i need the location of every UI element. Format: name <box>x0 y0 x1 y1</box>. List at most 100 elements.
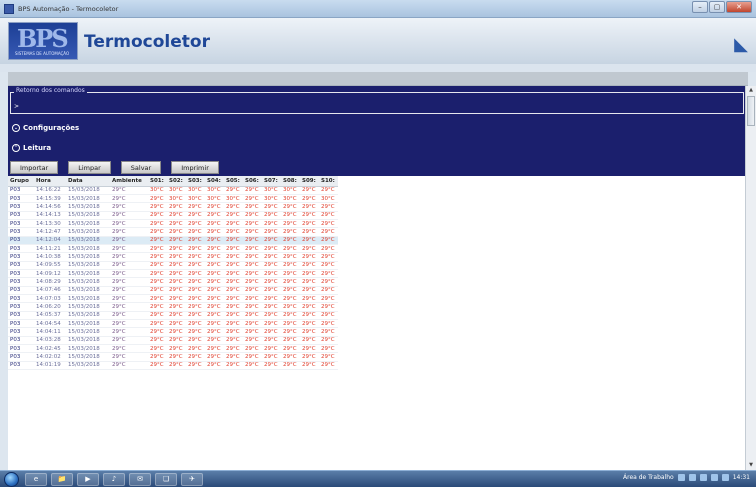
table-row[interactable]: P03 14:02:45 15/03/2018 29°C 29°C 29°C 29°C 29°… <box>8 344 338 354</box>
vertical-scrollbar[interactable]: ▲ ▼ <box>745 86 756 470</box>
tray-icon[interactable] <box>699 474 707 481</box>
start-button[interactable] <box>4 471 19 487</box>
table-cell: 29°C <box>205 311 224 321</box>
table-cell: 29°C <box>281 252 300 262</box>
table-row[interactable]: P03 14:12:04 15/03/2018 29°C 29°C 29°C 29°C 29°… <box>8 236 338 245</box>
taskbar-app-icon[interactable]: ▶ <box>77 472 99 486</box>
table-row[interactable]: P03 14:08:29 15/03/2018 29°C 29°C 29°C 29°C 29°… <box>8 277 338 287</box>
taskbar-app-icon[interactable]: ❏ <box>155 472 177 486</box>
column-header[interactable]: S01: <box>148 176 167 187</box>
table-cell: 29°C <box>319 286 338 295</box>
brand-corner-icon: ◣ <box>734 34 748 55</box>
column-header[interactable]: S03: <box>186 176 205 187</box>
desktop-toolbar-label[interactable]: Área de Trabalho <box>623 474 674 481</box>
table-row[interactable]: P03 14:02:02 15/03/2018 29°C 29°C 29°C 29°C 29°… <box>8 352 338 362</box>
table-row[interactable]: P03 14:07:46 15/03/2018 29°C 29°C 29°C 29°C 29°… <box>8 286 338 295</box>
column-header[interactable]: S09: <box>300 176 319 187</box>
readings-grid[interactable]: Grupo Hora Data Ambiente S01: S02: S03: S04: S05… <box>8 176 745 470</box>
table-cell: 29°C <box>148 194 167 204</box>
scroll-up-icon[interactable]: ▲ <box>746 86 756 95</box>
tray-icon[interactable] <box>677 474 685 481</box>
table-row[interactable]: P03 14:10:38 15/03/2018 29°C 29°C 29°C 29°C 29°… <box>8 252 338 262</box>
table-cell: 14:01:19 <box>34 361 66 371</box>
taskbar-app-icon[interactable]: e <box>25 472 47 486</box>
table-cell: 29°C <box>262 344 281 354</box>
table-cell: P03 <box>8 277 34 287</box>
clear-button[interactable]: Limpar <box>68 161 111 174</box>
table-row[interactable]: P03 14:09:55 15/03/2018 29°C 29°C 29°C 29°C 29°… <box>8 261 338 270</box>
column-header[interactable]: S04: <box>205 176 224 187</box>
table-row[interactable]: P03 14:16:22 15/03/2018 29°C 30°C 30°C 30°C 30°… <box>8 186 338 195</box>
table-cell: 29°C <box>300 277 319 287</box>
table-cell: 29°C <box>205 261 224 270</box>
table-cell: 29°C <box>224 336 243 346</box>
scroll-down-icon[interactable]: ▼ <box>746 461 756 470</box>
clock[interactable]: 14:31 <box>733 474 750 481</box>
volume-icon[interactable] <box>721 474 729 481</box>
table-cell: 14:04:54 <box>34 319 66 329</box>
column-header[interactable]: Hora <box>34 176 66 187</box>
table-row[interactable]: P03 14:01:19 15/03/2018 29°C 29°C 29°C 29°C 29°… <box>8 361 338 371</box>
column-header[interactable]: S10: <box>319 176 338 187</box>
commands-frame <box>10 92 744 114</box>
column-header[interactable]: Data <box>66 176 110 187</box>
network-icon[interactable] <box>710 474 718 481</box>
table-row[interactable]: P03 14:14:56 15/03/2018 29°C 29°C 29°C 29°C 29°… <box>8 202 338 212</box>
table-cell: P03 <box>8 219 34 229</box>
table-cell: 29°C <box>224 186 243 195</box>
close-button[interactable]: ✕ <box>726 1 752 13</box>
table-cell: 29°C <box>186 244 205 254</box>
table-row[interactable]: P03 14:11:21 15/03/2018 29°C 29°C 29°C 29°C 29°… <box>8 244 338 254</box>
column-header[interactable]: S07: <box>262 176 281 187</box>
section-config[interactable]: ⌄ Configurações <box>12 124 79 132</box>
table-cell: 29°C <box>300 319 319 329</box>
maximize-button[interactable]: ▢ <box>709 1 725 13</box>
table-cell: 29°C <box>224 361 243 371</box>
header-separator <box>0 64 756 72</box>
table-cell: 29°C <box>224 211 243 220</box>
taskbar-app-icon[interactable]: ♪ <box>103 472 125 486</box>
table-row[interactable]: P03 14:14:13 15/03/2018 29°C 29°C 29°C 29°C 29°… <box>8 211 338 220</box>
table-cell: 29°C <box>319 269 338 279</box>
table-row[interactable]: P03 14:04:54 15/03/2018 29°C 29°C 29°C 29°C 29°… <box>8 319 338 329</box>
print-button[interactable]: Imprimir <box>171 161 219 174</box>
column-header[interactable]: S05: <box>224 176 243 187</box>
import-button[interactable]: Importar <box>10 161 59 174</box>
table-cell: 29°C <box>319 227 338 237</box>
table-cell: 29°C <box>110 302 148 312</box>
table-cell: 29°C <box>262 336 281 346</box>
table-cell: 29°C <box>205 286 224 295</box>
minimize-button[interactable]: – <box>692 1 708 13</box>
table-row[interactable]: P03 14:13:30 15/03/2018 29°C 29°C 29°C 29°C 29°… <box>8 219 338 229</box>
scrollbar-thumb[interactable] <box>747 96 755 126</box>
table-row[interactable]: P03 14:15:39 15/03/2018 29°C 29°C 30°C 30°C 30°… <box>8 194 338 204</box>
table-cell: 29°C <box>186 336 205 346</box>
taskbar-app-icon[interactable]: 📁 <box>51 472 73 486</box>
taskbar-app-icon[interactable]: ✉ <box>129 472 151 486</box>
table-row[interactable]: P03 14:12:47 15/03/2018 29°C 29°C 29°C 29°C 29°… <box>8 227 338 237</box>
table-cell: 29°C <box>281 227 300 237</box>
table-cell: 29°C <box>148 311 167 321</box>
table-row[interactable]: P03 14:07:03 15/03/2018 29°C 29°C 29°C 29°C 29°… <box>8 294 338 304</box>
table-row[interactable]: P03 14:06:20 15/03/2018 29°C 29°C 29°C 29°C 29°… <box>8 302 338 312</box>
table-cell: 30°C <box>167 186 186 195</box>
table-cell: 29°C <box>167 277 186 287</box>
tray-icon[interactable] <box>688 474 696 481</box>
column-header[interactable]: S02: <box>167 176 186 187</box>
table-row[interactable]: P03 14:04:11 15/03/2018 29°C 29°C 29°C 29°C 29°… <box>8 327 338 337</box>
taskbar-app-icon[interactable]: ✈ <box>181 472 203 486</box>
column-header[interactable]: S06: <box>243 176 262 187</box>
table-cell: 30°C <box>167 194 186 204</box>
table-row[interactable]: P03 14:05:37 15/03/2018 29°C 29°C 29°C 29°C 29°… <box>8 311 338 321</box>
section-reading[interactable]: ⌃ Leitura <box>12 144 51 152</box>
column-header[interactable]: S08: <box>281 176 300 187</box>
table-cell: P03 <box>8 202 34 212</box>
column-header[interactable]: Ambiente <box>110 176 148 187</box>
save-button[interactable]: Salvar <box>120 161 162 174</box>
table-row[interactable]: P03 14:03:28 15/03/2018 29°C 29°C 29°C 29°C 29°… <box>8 336 338 346</box>
table-cell: 29°C <box>281 244 300 254</box>
table-cell: 29°C <box>186 227 205 237</box>
table-row[interactable]: P03 14:09:12 15/03/2018 29°C 29°C 29°C 29°C 29°… <box>8 269 338 279</box>
table-cell: 29°C <box>300 236 319 245</box>
column-header[interactable]: Grupo <box>8 176 34 187</box>
